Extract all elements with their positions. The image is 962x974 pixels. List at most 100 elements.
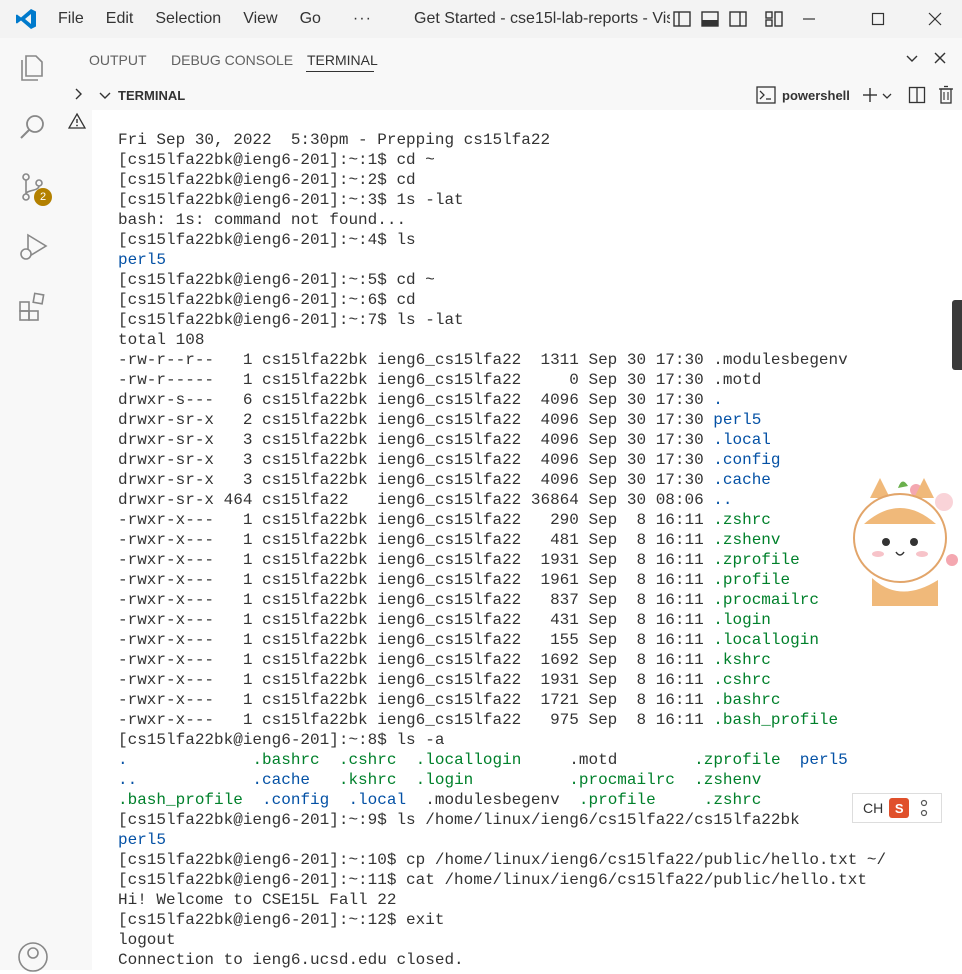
terminal-line: .bash_profile .config .local .modulesbeg… bbox=[118, 790, 886, 810]
terminal-text-segment: drwxr-sr-x 2 cs15lfa22bk ieng6_cs15lfa22… bbox=[118, 411, 714, 429]
menu-view[interactable]: View bbox=[243, 10, 277, 28]
terminal-text-segment: [cs15lfa22bk@ieng6-201]:~:3$ 1s -lat bbox=[118, 191, 464, 209]
terminal-line: -rwxr-x--- 1 cs15lfa22bk ieng6_cs15lfa22… bbox=[118, 710, 886, 730]
toggle-panel-icon[interactable] bbox=[700, 9, 720, 29]
vscode-logo-icon bbox=[16, 9, 36, 29]
terminal-text-segment: .zshenv bbox=[694, 771, 762, 789]
terminal-line: [cs15lfa22bk@ieng6-201]:~:8$ ls -a bbox=[118, 730, 886, 750]
terminal-text-segment: [cs15lfa22bk@ieng6-201]:~:9$ ls /home/li… bbox=[118, 811, 800, 829]
extensions-icon[interactable] bbox=[16, 290, 50, 324]
terminal-text-segment: [cs15lfa22bk@ieng6-201]:~:7$ ls -lat bbox=[118, 311, 464, 329]
terminal-text-segment: drwxr-sr-x 3 cs15lfa22bk ieng6_cs15lfa22… bbox=[118, 451, 714, 469]
toggle-secondary-sidebar-icon[interactable] bbox=[728, 9, 748, 29]
terminal-text-segment: -rw-r----- 1 cs15lfa22bk ieng6_cs15lfa22… bbox=[118, 371, 762, 389]
minimize-icon bbox=[803, 18, 815, 20]
terminal-text-segment: [cs15lfa22bk@ieng6-201]:~:5$ cd ~ bbox=[118, 271, 435, 289]
terminal-text-segment: [cs15lfa22bk@ieng6-201]:~:4$ ls bbox=[118, 231, 416, 249]
terminal-line: [cs15lfa22bk@ieng6-201]:~:7$ ls -lat bbox=[118, 310, 886, 330]
chevron-right-icon[interactable] bbox=[70, 86, 86, 102]
terminal-line: drwxr-sr-x 3 cs15lfa22bk ieng6_cs15lfa22… bbox=[118, 450, 886, 470]
minimize-button[interactable] bbox=[786, 0, 832, 38]
chevron-down-icon[interactable] bbox=[98, 88, 112, 102]
terminal-text-segment: .cache bbox=[252, 771, 311, 789]
terminal-line: drwxr-sr-x 2 cs15lfa22bk ieng6_cs15lfa22… bbox=[118, 410, 886, 430]
terminal-text-segment: -rwxr-x--- 1 cs15lfa22bk ieng6_cs15lfa22… bbox=[118, 651, 714, 669]
ime-menu-icon bbox=[921, 799, 928, 817]
panel-tab-bar: OUTPUT DEBUG CONSOLE TERMINAL bbox=[64, 38, 962, 80]
close-window-button[interactable] bbox=[912, 0, 958, 38]
terminal-line: [cs15lfa22bk@ieng6-201]:~:11$ cat /home/… bbox=[118, 870, 886, 890]
terminal-header: TERMINAL powershell bbox=[92, 80, 962, 110]
terminal-text-segment: -rwxr-x--- 1 cs15lfa22bk ieng6_cs15lfa22… bbox=[118, 611, 714, 629]
terminal-text-segment: .kshrc bbox=[713, 651, 771, 669]
terminal-line: [cs15lfa22bk@ieng6-201]:~:4$ ls bbox=[118, 230, 886, 250]
layout-controls bbox=[672, 9, 784, 29]
chevron-down-icon[interactable] bbox=[904, 50, 920, 66]
terminal-line: drwxr-sr-x 464 cs15lfa22 ieng6_cs15lfa22… bbox=[118, 490, 886, 510]
search-icon[interactable] bbox=[16, 110, 50, 144]
warning-icon[interactable] bbox=[68, 112, 86, 130]
terminal-line: Hi! Welcome to CSE15L Fall 22 bbox=[118, 890, 886, 910]
terminal-line: -rw-r--r-- 1 cs15lfa22bk ieng6_cs15lfa22… bbox=[118, 350, 886, 370]
terminal-line: -rwxr-x--- 1 cs15lfa22bk ieng6_cs15lfa22… bbox=[118, 590, 886, 610]
terminal-text-segment: .bashrc bbox=[252, 751, 320, 769]
kill-terminal-icon[interactable] bbox=[937, 85, 955, 105]
split-terminal-icon[interactable] bbox=[908, 86, 926, 104]
terminal-line: -rwxr-x--- 1 cs15lfa22bk ieng6_cs15lfa22… bbox=[118, 570, 886, 590]
terminal-text-segment: .zshenv bbox=[713, 531, 781, 549]
terminal-text-segment: .login bbox=[713, 611, 771, 629]
terminal-text-segment: .bashrc bbox=[713, 691, 781, 709]
accounts-icon[interactable] bbox=[16, 940, 50, 974]
explorer-icon[interactable] bbox=[16, 50, 50, 84]
terminal-line: perl5 bbox=[118, 830, 886, 850]
ime-indicator[interactable]: CH S bbox=[852, 793, 942, 823]
activity-bar: 2 bbox=[0, 38, 65, 972]
toggle-primary-sidebar-icon[interactable] bbox=[672, 9, 692, 29]
terminal-text-segment: perl5 bbox=[799, 751, 848, 769]
terminal-text-segment: Connection to ieng6.ucsd.edu closed. bbox=[118, 951, 464, 969]
tab-debug-console[interactable]: DEBUG CONSOLE bbox=[171, 52, 293, 68]
terminal-line: drwxr-sr-x 3 cs15lfa22bk ieng6_cs15lfa22… bbox=[118, 430, 886, 450]
terminal-text-segment: .cache bbox=[713, 471, 771, 489]
terminal-text-segment: .login bbox=[415, 771, 474, 789]
terminal-line: total 108 bbox=[118, 330, 886, 350]
tab-output[interactable]: OUTPUT bbox=[89, 52, 147, 68]
terminal-text-segment: [cs15lfa22bk@ieng6-201]:~:1$ cd ~ bbox=[118, 151, 435, 169]
terminal-text-segment: .procmailrc bbox=[569, 771, 675, 789]
new-terminal-icon[interactable] bbox=[862, 87, 878, 103]
menu-file[interactable]: File bbox=[58, 10, 84, 28]
terminal-dropdown-icon[interactable] bbox=[882, 91, 892, 101]
maximize-button[interactable] bbox=[855, 0, 901, 38]
terminal-line: [cs15lfa22bk@ieng6-201]:~:1$ cd ~ bbox=[118, 150, 886, 170]
terminal-text-segment: Hi! Welcome to CSE15L Fall 22 bbox=[118, 891, 397, 909]
menu-selection[interactable]: Selection bbox=[155, 10, 221, 28]
close-panel-icon[interactable] bbox=[932, 50, 948, 66]
run-debug-icon[interactable] bbox=[16, 230, 50, 264]
terminal-text-segment: [cs15lfa22bk@ieng6-201]:~:11$ cat /home/… bbox=[118, 871, 867, 889]
menu-more-button[interactable]: ··· bbox=[353, 10, 372, 28]
terminal-text-segment: drwxr-sr-x 464 cs15lfa22 ieng6_cs15lfa22… bbox=[118, 491, 714, 509]
terminal-line: perl5 bbox=[118, 250, 886, 270]
terminal-shell-name[interactable]: powershell bbox=[782, 88, 850, 103]
terminal-text-segment: -rw-r--r-- 1 cs15lfa22bk ieng6_cs15lfa22… bbox=[118, 351, 848, 369]
tab-terminal[interactable]: TERMINAL bbox=[307, 52, 378, 68]
terminal-text-segment: .config bbox=[713, 451, 781, 469]
menu-go[interactable]: Go bbox=[300, 10, 321, 28]
terminal-line: Connection to ieng6.ucsd.edu closed. bbox=[118, 950, 886, 970]
terminal-line: .. .cache .kshrc .login .procmailrc .zsh… bbox=[118, 770, 886, 790]
customize-layout-icon[interactable] bbox=[764, 9, 784, 29]
terminal-text-segment: -rwxr-x--- 1 cs15lfa22bk ieng6_cs15lfa22… bbox=[118, 531, 714, 549]
terminal-line: [cs15lfa22bk@ieng6-201]:~:6$ cd bbox=[118, 290, 886, 310]
terminal-text-segment: -rwxr-x--- 1 cs15lfa22bk ieng6_cs15lfa22… bbox=[118, 671, 714, 689]
terminal-line: -rwxr-x--- 1 cs15lfa22bk ieng6_cs15lfa22… bbox=[118, 690, 886, 710]
terminal-text-segment: .. bbox=[713, 491, 733, 509]
terminal-view[interactable]: Fri Sep 30, 2022 5:30pm - Prepping cs15l… bbox=[92, 110, 962, 970]
menu-edit[interactable]: Edit bbox=[106, 10, 134, 28]
terminal-text-segment: .local bbox=[348, 791, 407, 809]
terminal-text-segment: .local bbox=[713, 431, 771, 449]
terminal-output: Fri Sep 30, 2022 5:30pm - Prepping cs15l… bbox=[118, 130, 886, 970]
